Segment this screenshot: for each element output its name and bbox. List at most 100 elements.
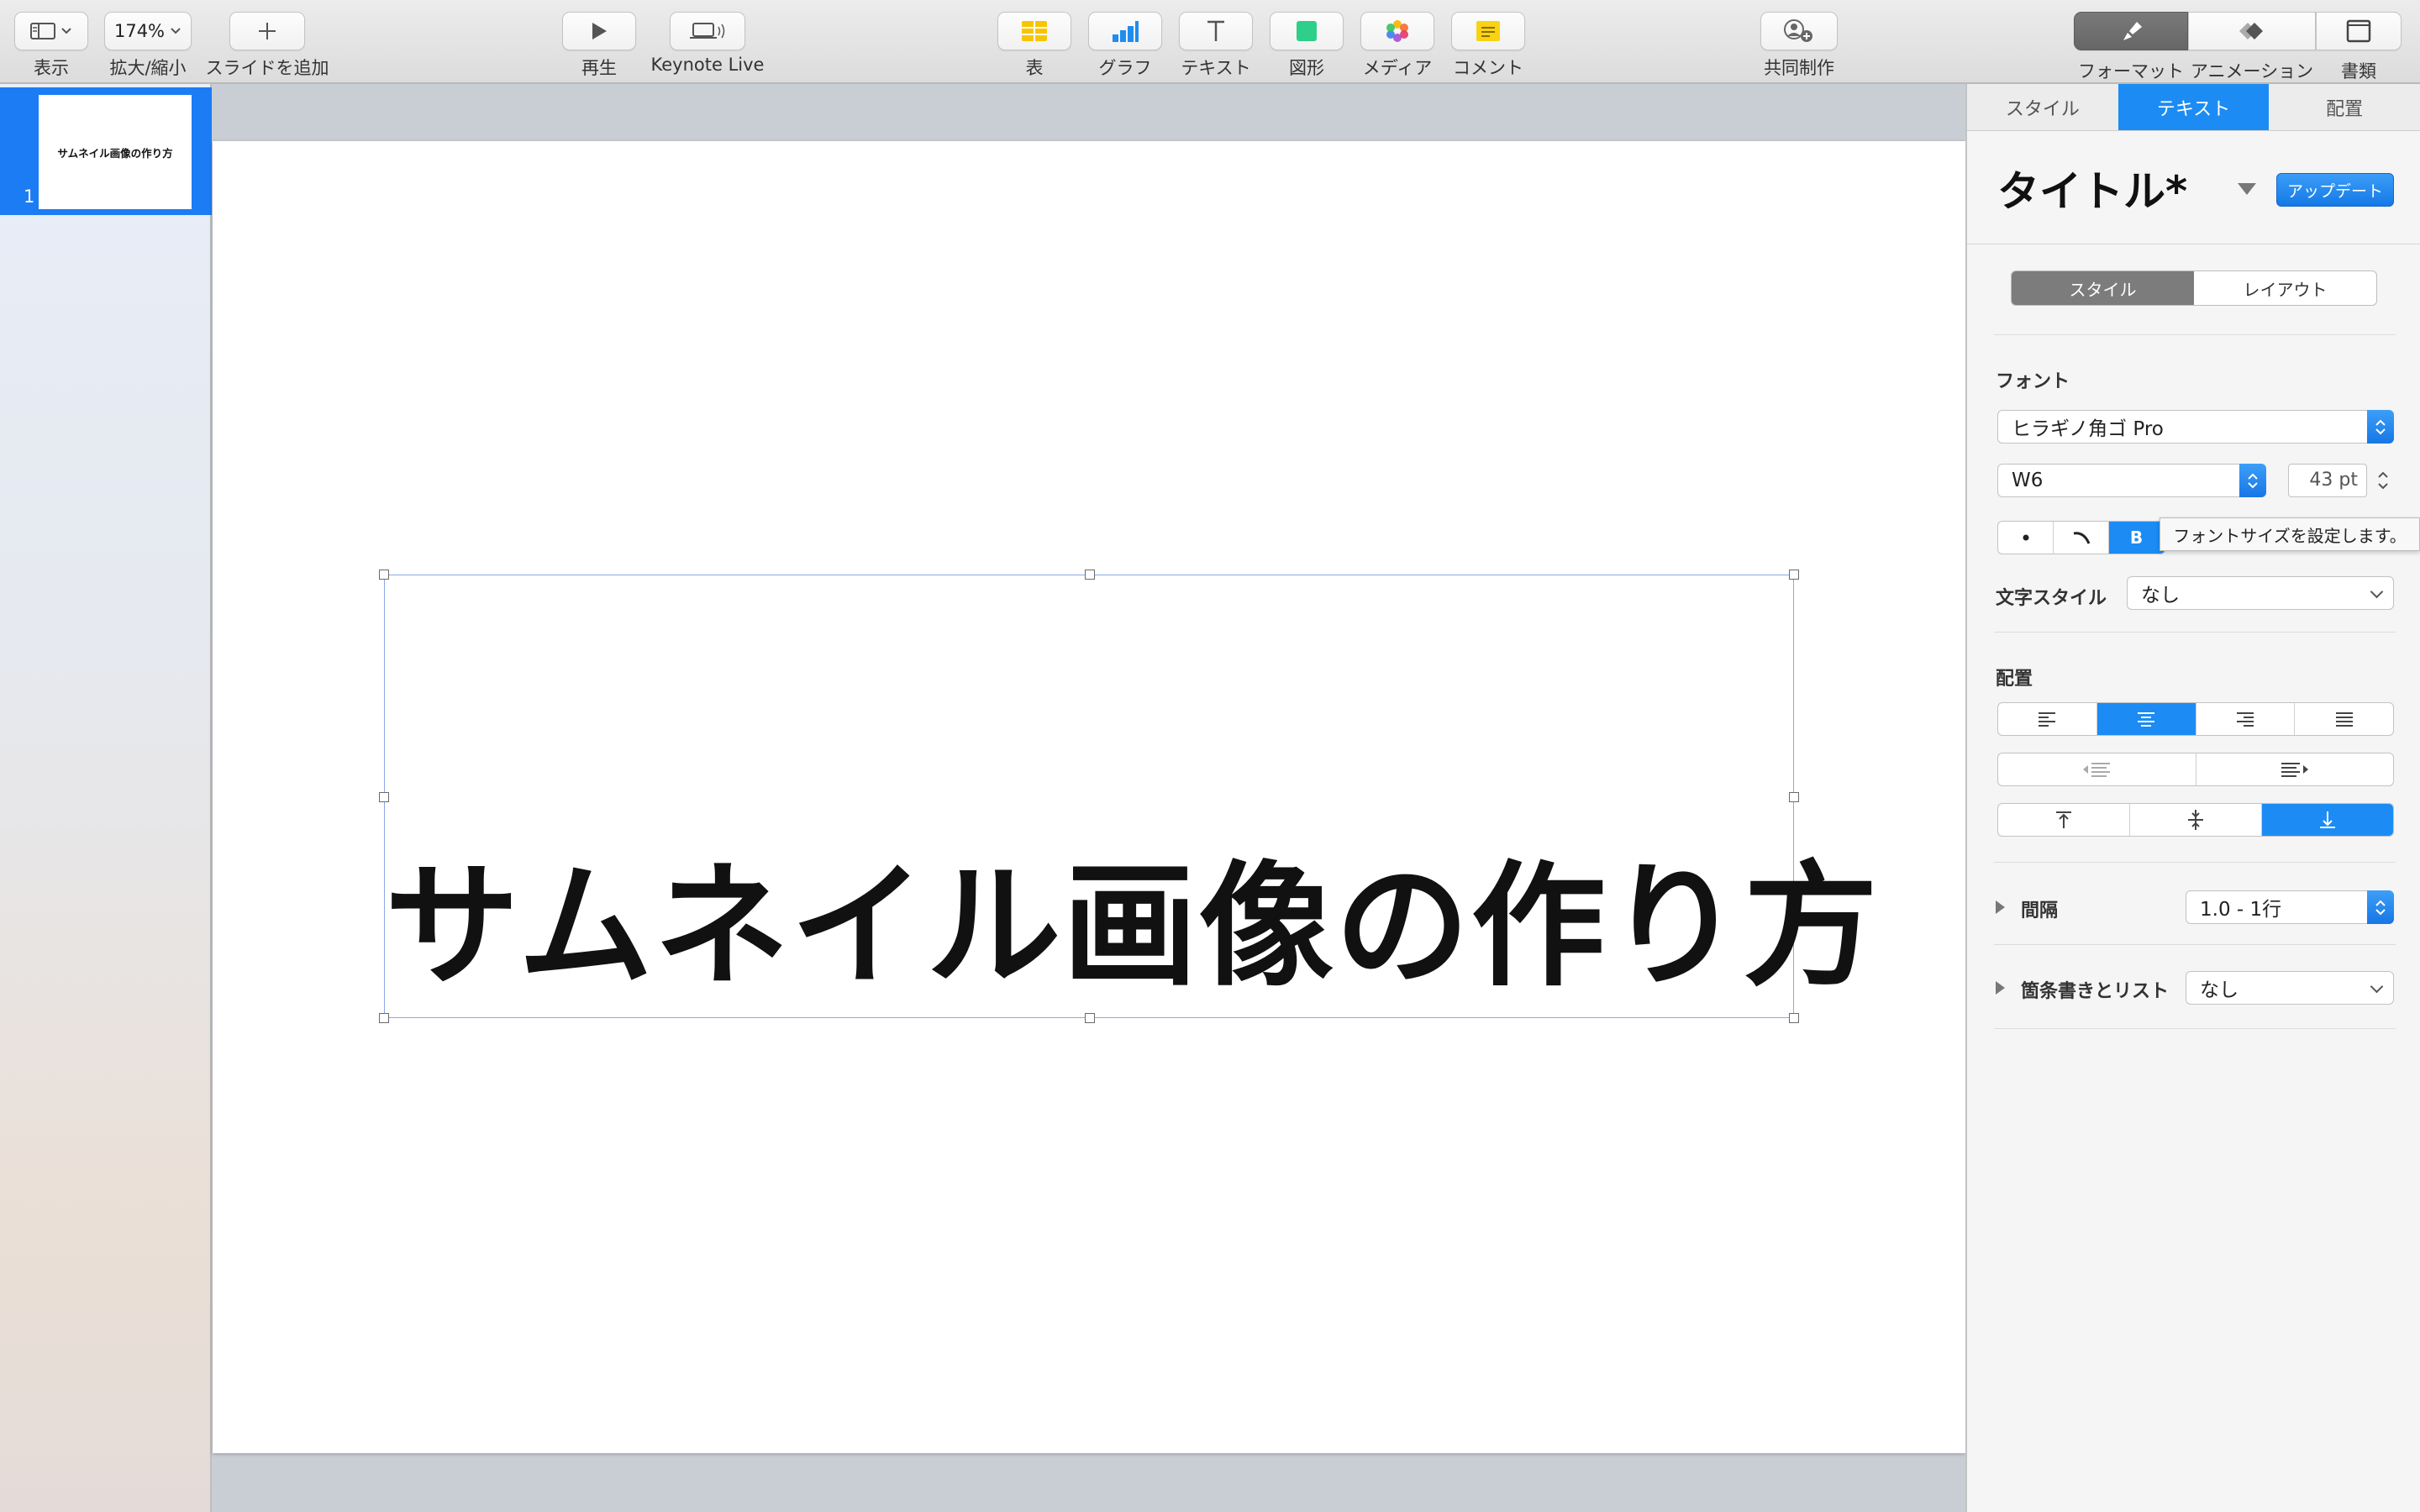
photos-icon [1386,20,1408,42]
bold-button[interactable]: B [2109,522,2165,554]
update-style-button[interactable]: アップデート [2276,173,2394,207]
slide-navigator: 1 サムネイル画像の作り方 [0,84,212,1512]
collaborate-button[interactable] [1760,12,1838,50]
slide-title[interactable]: サムネイル画像の作り方 [385,817,1878,1012]
table-icon [1022,21,1047,41]
resize-handle-bottom-right[interactable] [1789,1013,1799,1023]
align-right-button[interactable] [2196,703,2296,735]
spacing-disclosure-icon[interactable] [1996,900,2005,914]
title-text-box[interactable]: サムネイル画像の作り方 [379,570,1878,1023]
bullets-select[interactable]: なし [2186,971,2394,1005]
font-family-select[interactable]: ヒラギノ角ゴ Pro [1997,410,2394,444]
font-family-value: ヒラギノ角ゴ Pro [2012,418,2164,440]
table-control[interactable]: 表 [997,12,1072,80]
up-down-arrows-icon [2367,410,2394,444]
add-slide-control[interactable]: スライドを追加 [205,12,329,80]
spacing-label[interactable]: 間隔 [2021,895,2058,922]
zoom-button[interactable]: 174% [104,12,192,50]
resize-handle-top-right[interactable] [1789,570,1799,580]
slide-thumbnail-row[interactable]: 1 サムネイル画像の作り方 [0,87,212,215]
decrease-indent-button[interactable] [1998,753,2196,785]
subtab-style[interactable]: スタイル [2012,271,2194,305]
align-center-button[interactable] [2096,703,2196,735]
gear-bullet-button[interactable] [1998,522,2054,554]
align-bottom-button[interactable] [2262,804,2393,836]
subtab-layout[interactable]: レイアウト [2194,271,2376,305]
shape-control[interactable]: 図形 [1269,12,1344,80]
spacing-select[interactable]: 1.0 - 1行 [2186,890,2394,924]
media-button[interactable] [1360,12,1434,50]
view-label: 表示 [34,58,69,78]
font-weight-select[interactable]: W6 [1997,464,2266,497]
tab-style[interactable]: スタイル [1967,84,2118,130]
format-inspector: スタイル テキスト 配置 タイトル* アップデート スタイル レイアウト フォン… [1965,84,2420,1512]
play-button[interactable] [562,12,636,50]
add-slide-button[interactable] [229,12,305,50]
add-slide-label: スライドを追加 [205,58,329,78]
align-left-icon [2039,712,2056,727]
paragraph-style-name[interactable]: タイトル* [1997,158,2187,218]
view-button[interactable] [14,12,88,50]
bullets-label[interactable]: 箇条書きとリスト [2021,976,2169,1003]
chevron-down-icon [2370,585,2384,599]
media-control[interactable]: メディア [1360,12,1435,80]
chart-control[interactable]: グラフ [1087,12,1163,80]
keynote-live-label: Keynote Live [650,55,765,75]
comment-control[interactable]: コメント [1450,12,1526,80]
play-control[interactable]: 再生 [561,12,637,80]
shape-icon [1297,21,1317,41]
toolbar: 表示 174% 拡大/縮小 スライドを追加 再生 Keynote Live 表 [0,0,2420,84]
slide-thumbnail[interactable]: サムネイル画像の作り方 [39,95,192,209]
indent-icon [2281,763,2308,777]
text-control[interactable]: テキスト [1178,12,1254,80]
table-label: 表 [1025,58,1044,78]
resize-handle-top[interactable] [1085,570,1095,580]
align-right-icon [2236,712,2254,727]
chart-button[interactable] [1088,12,1162,50]
justify-button[interactable] [2295,703,2393,735]
resize-handle-left[interactable] [379,792,389,802]
font-size-field[interactable]: 43 pt [2288,464,2367,497]
table-button[interactable] [997,12,1071,50]
inspector-switcher[interactable] [2074,12,2402,50]
increase-indent-button[interactable] [2196,753,2394,785]
paragraph-style-header: タイトル* アップデート [1997,158,2394,225]
resize-handle-right[interactable] [1789,792,1799,802]
document-button[interactable] [2316,12,2402,50]
plus-icon [259,23,276,39]
comment-icon [1476,21,1500,41]
font-format-buttons: B [1997,521,2165,554]
align-left-button[interactable] [1998,703,2097,735]
text-button[interactable] [1179,12,1253,50]
comment-button[interactable] [1451,12,1525,50]
font-size-stepper[interactable] [2374,464,2392,497]
chevron-down-icon [171,28,181,34]
view-control[interactable]: 表示 [13,12,89,80]
chevron-down-icon [61,28,71,34]
chart-icon [1113,21,1139,42]
keynote-live-control[interactable]: Keynote Live [650,12,765,75]
collaborate-control[interactable]: 共同制作 [1760,12,1839,80]
resize-handle-bottom[interactable] [1085,1013,1095,1023]
italic-button[interactable] [2054,522,2109,554]
keynote-live-button[interactable] [670,12,745,50]
align-top-button[interactable] [1998,804,2130,836]
shape-button[interactable] [1270,12,1344,50]
style-layout-switch[interactable]: スタイル レイアウト [2011,270,2377,306]
stepper-down-icon[interactable] [2377,483,2389,490]
char-style-select[interactable]: なし [2127,576,2394,610]
animate-button[interactable] [2188,12,2316,50]
divider [1994,944,2396,945]
document-label: 書類 [2341,61,2376,81]
style-dropdown-icon[interactable] [2238,183,2256,195]
zoom-control[interactable]: 174% 拡大/縮小 [104,12,192,80]
align-middle-button[interactable] [2130,804,2262,836]
tab-arrange[interactable]: 配置 [2269,84,2420,130]
tab-text[interactable]: テキスト [2118,84,2270,130]
format-button[interactable] [2074,12,2188,50]
bullets-disclosure-icon[interactable] [1996,981,2005,995]
resize-handle-bottom-left[interactable] [379,1013,389,1023]
stepper-up-icon[interactable] [2377,471,2389,478]
slide[interactable]: サムネイル画像の作り方 [213,141,1965,1453]
resize-handle-top-left[interactable] [379,570,389,580]
